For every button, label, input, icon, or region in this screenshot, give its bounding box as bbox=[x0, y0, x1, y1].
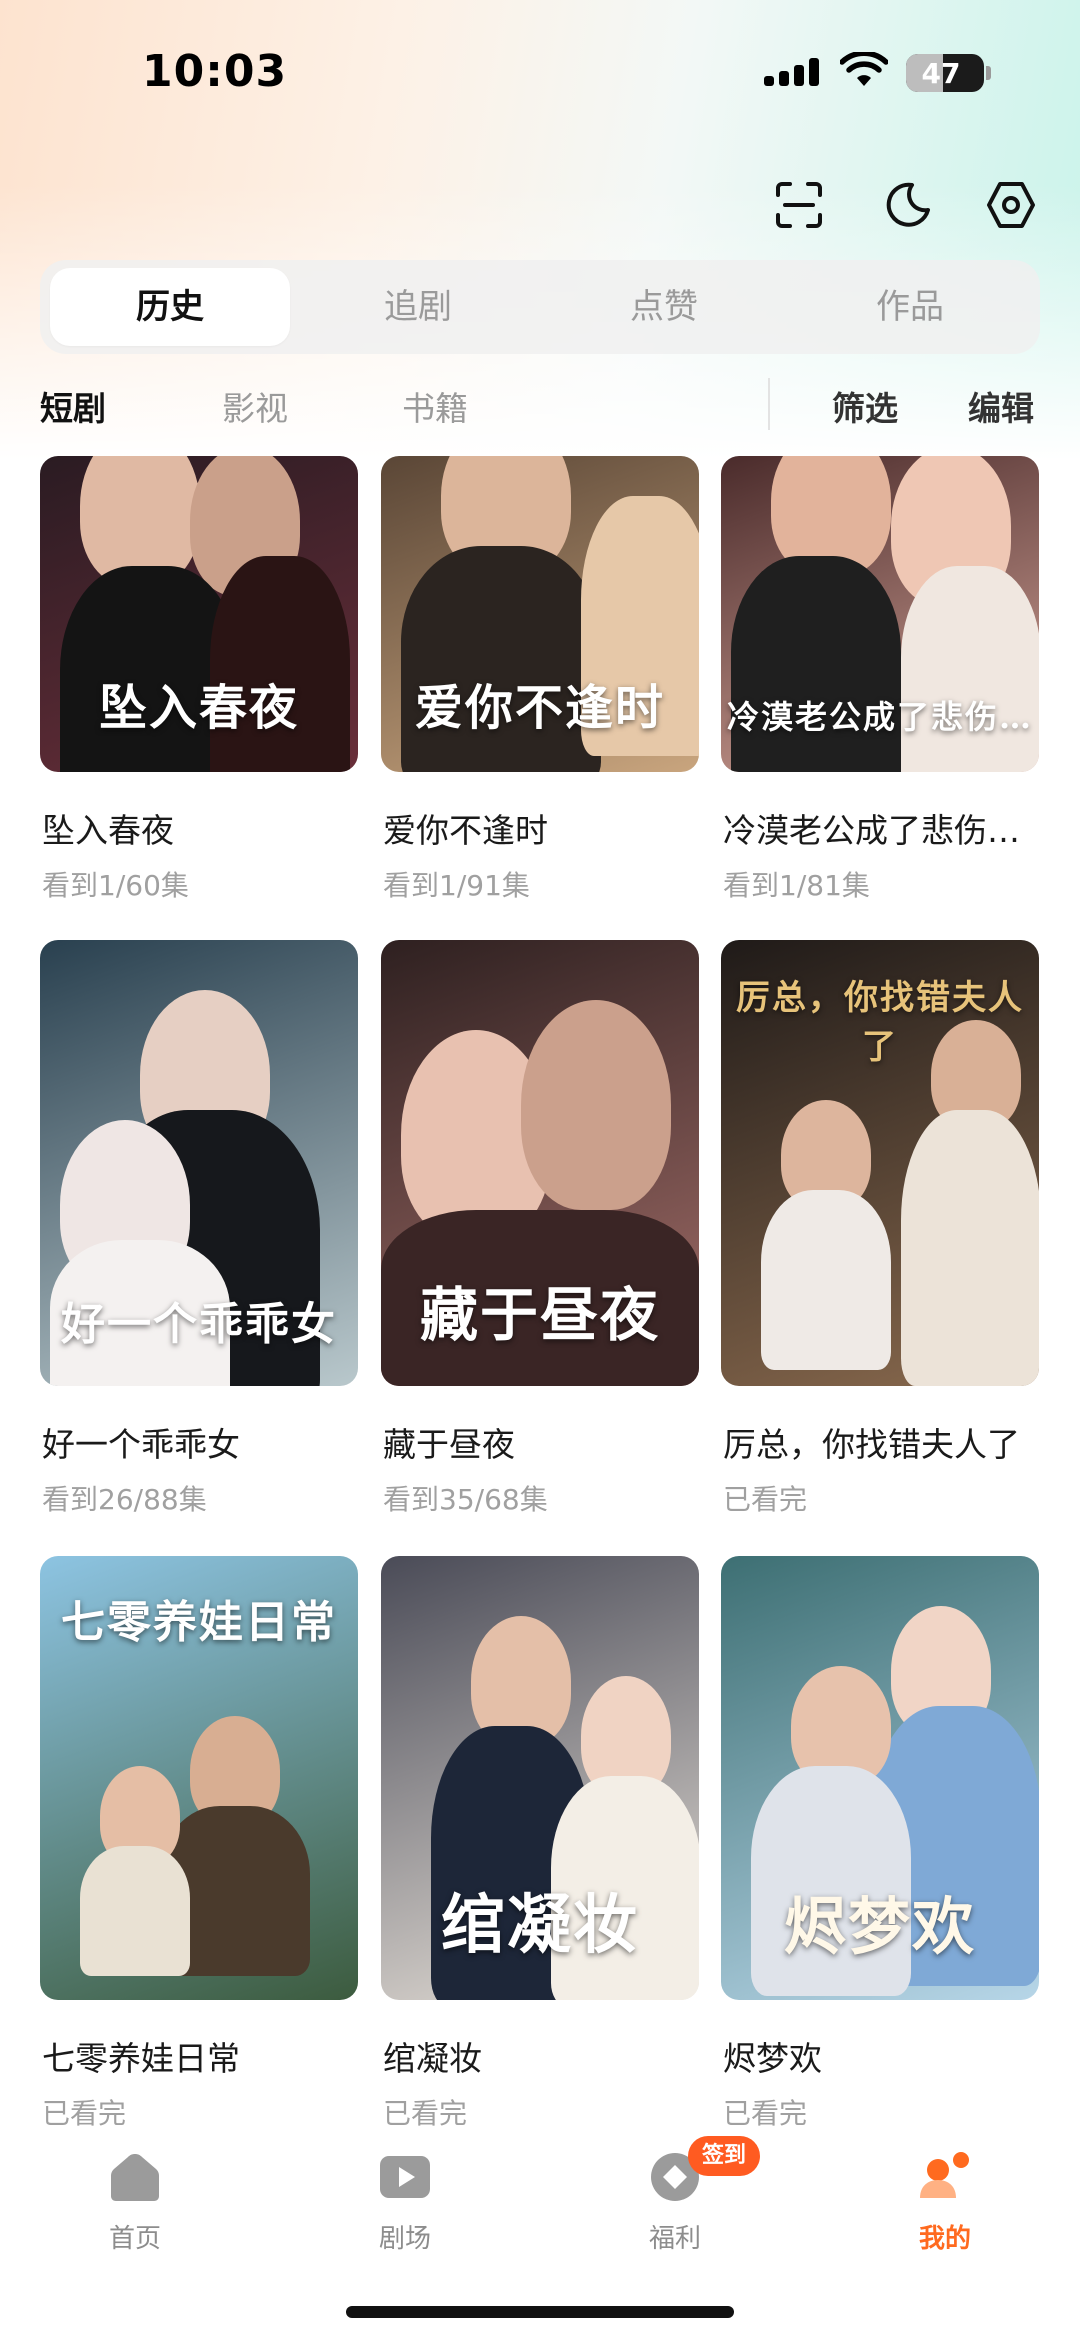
moon-icon[interactable] bbox=[882, 180, 932, 230]
tab-history[interactable]: 历史 bbox=[50, 268, 290, 346]
poster-title: 冷漠老公成了悲伤… bbox=[726, 698, 1033, 736]
poster-title: 藏于昼夜 bbox=[419, 1281, 660, 1349]
drama-poster[interactable]: 好一个乖乖女 bbox=[40, 940, 358, 1386]
drama-poster[interactable]: 爱你不逢时 bbox=[381, 456, 699, 772]
status-time: 10:03 bbox=[142, 46, 288, 97]
watch-progress: 已看完 bbox=[723, 1483, 808, 1516]
nav-mine[interactable]: 我的 bbox=[875, 2150, 1015, 2255]
subtab-divider bbox=[768, 378, 770, 430]
cellular-signal-icon bbox=[764, 58, 822, 86]
nav-home[interactable]: 首页 bbox=[65, 2150, 205, 2255]
battery-level: 47 bbox=[921, 57, 961, 90]
drama-title: 爱你不逢时 bbox=[383, 811, 548, 850]
checkin-badge[interactable]: 签到 bbox=[688, 2136, 761, 2176]
poster-title: 七零养娃日常 bbox=[61, 1597, 337, 1648]
nav-label: 福利 bbox=[648, 2224, 701, 2254]
tab-works[interactable]: 作品 bbox=[790, 268, 1030, 346]
history-tabs: 历史 追剧 点赞 作品 bbox=[40, 260, 1040, 354]
subtab-short-drama[interactable]: 短剧 bbox=[40, 382, 106, 430]
drama-title: 烬梦欢 bbox=[723, 2039, 822, 2078]
drama-poster[interactable]: 烬梦欢 bbox=[721, 1556, 1039, 2000]
profile-icon bbox=[920, 2152, 969, 2198]
poster-title: 好一个乖乖女 bbox=[61, 1299, 337, 1350]
battery-icon: 47 bbox=[906, 54, 984, 92]
drama-poster[interactable]: 厉总，你找错夫人了 bbox=[721, 940, 1039, 1386]
drama-title: 冷漠老公成了悲伤… bbox=[723, 811, 1020, 850]
watch-progress: 看到1/81集 bbox=[723, 869, 870, 902]
tab-following[interactable]: 追剧 bbox=[298, 268, 538, 346]
poster-title: 烬梦欢 bbox=[783, 1890, 976, 1963]
drama-title: 厉总，你找错夫人了 bbox=[723, 1425, 1020, 1464]
nav-label: 首页 bbox=[108, 2224, 161, 2254]
nav-label: 我的 bbox=[918, 2224, 971, 2254]
poster-title: 绾凝妆 bbox=[441, 1888, 639, 1963]
drama-poster[interactable]: 冷漠老公成了悲伤… bbox=[721, 456, 1039, 772]
filter-button[interactable]: 筛选 bbox=[832, 382, 898, 430]
subtab-books[interactable]: 书籍 bbox=[402, 382, 468, 430]
watch-progress: 看到26/88集 bbox=[42, 1483, 207, 1516]
drama-title: 好一个乖乖女 bbox=[42, 1425, 240, 1464]
watch-progress: 看到1/91集 bbox=[383, 869, 530, 902]
drama-poster[interactable]: 藏于昼夜 bbox=[381, 940, 699, 1386]
watch-progress: 已看完 bbox=[42, 2097, 127, 2130]
tab-likes[interactable]: 点赞 bbox=[544, 268, 784, 346]
settings-icon[interactable] bbox=[986, 180, 1036, 230]
scan-icon[interactable] bbox=[774, 180, 824, 230]
drama-title: 藏于昼夜 bbox=[383, 1425, 515, 1464]
watch-progress: 看到1/60集 bbox=[42, 869, 189, 902]
drama-poster[interactable]: 七零养娃日常 bbox=[40, 1556, 358, 2000]
nav-label: 剧场 bbox=[378, 2224, 431, 2254]
wifi-icon bbox=[840, 52, 888, 86]
drama-title: 七零养娃日常 bbox=[42, 2039, 240, 2078]
home-icon bbox=[111, 2154, 159, 2201]
poster-title: 厉总，你找错夫人了 bbox=[736, 978, 1024, 1067]
poster-title: 坠入春夜 bbox=[98, 680, 299, 736]
nav-theater[interactable]: 剧场 bbox=[335, 2150, 475, 2255]
watch-progress: 已看完 bbox=[383, 2097, 468, 2130]
edit-button[interactable]: 编辑 bbox=[968, 382, 1034, 430]
watch-progress: 已看完 bbox=[723, 2097, 808, 2130]
drama-title: 坠入春夜 bbox=[42, 811, 174, 850]
home-indicator bbox=[346, 2306, 734, 2318]
play-icon bbox=[380, 2156, 430, 2198]
watch-progress: 看到35/68集 bbox=[383, 1483, 548, 1516]
drama-poster[interactable]: 坠入春夜 bbox=[40, 456, 358, 772]
drama-title: 绾凝妆 bbox=[383, 2039, 482, 2078]
drama-poster[interactable]: 绾凝妆 bbox=[381, 1556, 699, 2000]
battery-tip bbox=[986, 66, 991, 80]
subtab-film-tv[interactable]: 影视 bbox=[222, 382, 288, 430]
history-grid: 坠入春夜 坠入春夜 看到1/60集 爱你不逢时 爱你不逢时 看到1/91集 冷漠… bbox=[0, 456, 1080, 2136]
status-bar: 10:03 47 bbox=[0, 0, 1080, 140]
poster-title: 爱你不逢时 bbox=[414, 680, 665, 736]
